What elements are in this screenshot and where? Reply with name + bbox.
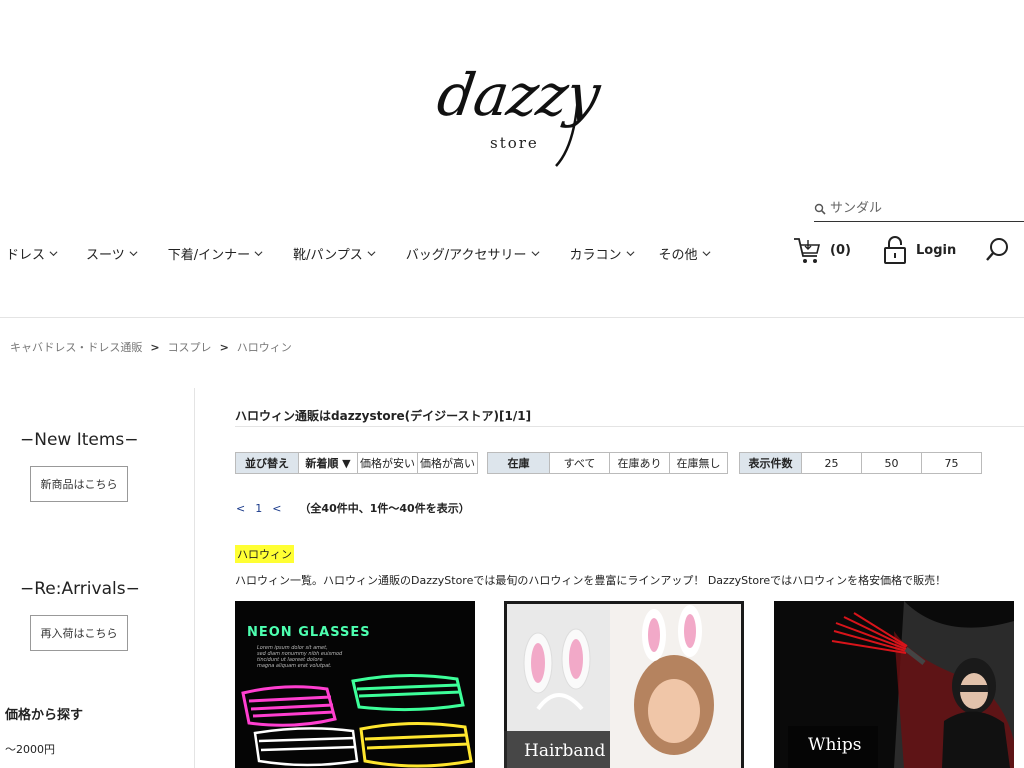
product-banner-whips: Whips: [808, 735, 862, 755]
count-header: 表示件数: [740, 453, 801, 473]
page-title: ハロウィン通販はdazzystore(デイジーストア)[1/1]: [235, 409, 532, 423]
nav-item-underwear[interactable]: 下着/インナー: [168, 244, 263, 263]
breadcrumb-separator: >: [219, 340, 229, 354]
category-tag: ハロウィン: [235, 545, 294, 563]
rearrivals-button[interactable]: 再入荷はこちら: [30, 615, 128, 651]
breadcrumb-link-home[interactable]: キャバドレス・ドレス通販: [10, 339, 142, 355]
header-divider: [0, 317, 1024, 318]
nav-item-label: 靴/パンプス: [293, 247, 363, 263]
nav-item-label: ドレス: [6, 247, 46, 263]
product-caption-neon-glasses: Lorem ipsum dolor sit amet, sed diam non…: [257, 645, 377, 669]
chevron-down-icon: [702, 250, 711, 256]
stock-option-in-stock[interactable]: 在庫あり: [609, 453, 669, 473]
chevron-down-icon: [367, 250, 376, 256]
stock-option-out-of-stock[interactable]: 在庫無し: [669, 453, 727, 473]
sort-option-price-low[interactable]: 価格が安い: [357, 453, 417, 473]
nav-item-bags[interactable]: バッグ/アクセサリー: [406, 244, 540, 263]
sort-option-newest[interactable]: 新着順 ▼: [298, 453, 357, 473]
nav-item-other[interactable]: その他: [659, 244, 711, 263]
pager-prev[interactable]: <: [236, 502, 245, 515]
nav-item-dress[interactable]: ドレス: [6, 244, 58, 263]
price-range-link[interactable]: 〜2000円: [5, 741, 55, 757]
lock-icon: [884, 236, 906, 264]
nav-item-suits[interactable]: スーツ: [86, 244, 138, 263]
logo-swash: [555, 95, 580, 167]
category-description: ハロウィン一覧。ハロウィン通販のDazzyStoreでは最旬のハロウィンを豊富に…: [235, 574, 947, 587]
pager-next[interactable]: <: [272, 502, 281, 515]
new-items-title: −New Items−: [20, 430, 139, 450]
count-option-50[interactable]: 50: [861, 453, 921, 473]
title-divider: [235, 426, 1024, 427]
chevron-down-icon: [129, 250, 138, 256]
breadcrumb-current: ハロウィン: [236, 341, 292, 354]
nav-item-contacts[interactable]: カラコン: [570, 244, 635, 263]
new-items-button[interactable]: 新商品はこちら: [30, 466, 128, 502]
product-banner-hairband: Hairband: [524, 741, 606, 761]
product-banner-neon-glasses: NEON GLASSES: [247, 625, 371, 640]
stock-header: 在庫: [488, 453, 549, 473]
cart-button[interactable]: (0): [792, 234, 851, 266]
price-search-title: 価格から探す: [5, 708, 84, 723]
rearrivals-title: −Re:Arrivals−: [20, 579, 140, 599]
cart-count: (0): [830, 242, 851, 258]
search-bar: [814, 196, 1024, 222]
search-toggle-button[interactable]: [984, 236, 1012, 268]
result-summary: （全40件中、1件〜40件を表示）: [299, 502, 470, 515]
breadcrumb-link-cosplay[interactable]: コスプレ: [168, 339, 212, 355]
cart-icon: [794, 238, 821, 263]
nav-item-label: バッグ/アクセサリー: [405, 247, 527, 263]
nav-item-label: 下着/インナー: [167, 247, 251, 263]
breadcrumb: キャバドレス・ドレス通販 > コスプレ > ハロウィン: [10, 339, 292, 355]
stock-option-all[interactable]: すべて: [549, 453, 609, 473]
store-logo[interactable]: dazzy store: [433, 61, 603, 172]
pager-page-1[interactable]: 1: [255, 502, 262, 515]
login-label: Login: [916, 242, 957, 258]
count-option-25[interactable]: 25: [801, 453, 861, 473]
nav-item-label: その他: [658, 247, 698, 263]
product-card-neon-glasses[interactable]: NEON GLASSES Lorem ipsum dolor sit amet,…: [235, 601, 475, 768]
sort-option-price-high[interactable]: 価格が高い: [417, 453, 477, 473]
main-nav: ドレス スーツ 下着/インナー 靴/パンプス バッグ/アクセサリー カラコン そ…: [0, 240, 711, 266]
chevron-down-icon: [254, 250, 263, 256]
chevron-down-icon: [49, 250, 58, 256]
nav-item-shoes[interactable]: 靴/パンプス: [293, 244, 376, 263]
sidebar-divider: [194, 388, 195, 768]
search-icon: [986, 238, 1008, 261]
nav-item-label: カラコン: [569, 247, 622, 263]
search-icon: [814, 203, 826, 215]
login-button[interactable]: Login: [882, 234, 956, 266]
chevron-down-icon: [531, 250, 540, 256]
pagination: < 1 < （全40件中、1件〜40件を表示）: [236, 500, 470, 516]
sort-header: 並び替え: [236, 453, 298, 473]
display-count-control: 表示件数 25 50 75: [739, 452, 982, 474]
sort-control: 並び替え 新着順 ▼ 価格が安い 価格が高い: [235, 452, 478, 474]
search-input[interactable]: [830, 201, 1010, 216]
product-card-hairband[interactable]: Hairband: [504, 601, 744, 768]
nav-item-label: スーツ: [86, 247, 125, 263]
chevron-down-icon: [626, 250, 635, 256]
breadcrumb-separator: >: [150, 340, 160, 354]
count-option-75[interactable]: 75: [921, 453, 981, 473]
caption-line: magna aliquam erat volutpat.: [257, 663, 332, 669]
product-card-whips[interactable]: Whips: [774, 601, 1014, 768]
stock-filter: 在庫 すべて 在庫あり 在庫無し: [487, 452, 728, 474]
